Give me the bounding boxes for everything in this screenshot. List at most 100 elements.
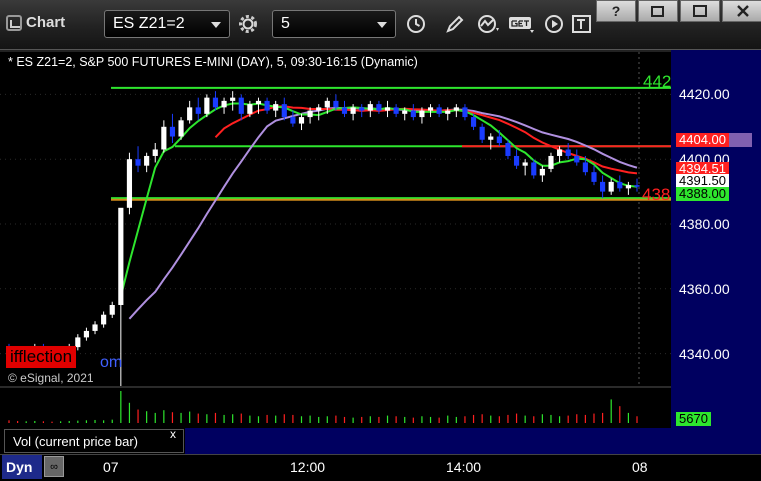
time-tick-label: 14:00 <box>446 459 482 475</box>
restore-button[interactable] <box>638 0 678 22</box>
candle-body <box>118 207 124 305</box>
price-tick-label: 4340.00 <box>679 345 730 362</box>
candle-body <box>126 159 133 208</box>
volume-study-label[interactable]: Vol (current price bar) <box>4 429 184 453</box>
candle-body <box>307 110 313 118</box>
candle-body <box>462 107 468 118</box>
watermark-link[interactable]: om <box>100 354 122 372</box>
candle-body <box>513 155 520 166</box>
candle-body <box>367 104 373 111</box>
price-label: 4388.00 <box>676 187 729 202</box>
candle-body <box>505 143 511 156</box>
candle-body <box>488 136 494 140</box>
candle-body <box>195 107 201 114</box>
candle-body <box>634 185 640 187</box>
horizontal-levels <box>111 86 671 201</box>
candle-body <box>290 117 296 124</box>
maximize-button[interactable] <box>680 0 720 22</box>
candle-body <box>255 100 262 105</box>
candle-body <box>445 110 451 114</box>
text-tool-icon <box>572 15 591 33</box>
candle-body <box>556 149 563 156</box>
candle-body <box>479 126 485 140</box>
candle-body <box>316 107 322 111</box>
price-label: 4404.00 <box>676 133 729 148</box>
candle-body <box>470 117 477 127</box>
symbol-input[interactable]: ES Z21=2 <box>104 10 230 38</box>
settings-gear-button[interactable] <box>233 10 263 38</box>
volume-value-label: 5670 <box>676 412 711 426</box>
candle-body <box>359 107 365 111</box>
volume-bars <box>8 391 638 423</box>
candle-body <box>522 162 528 166</box>
chart-app-icon <box>6 14 22 31</box>
candle-body <box>608 181 614 192</box>
candle-body <box>539 168 545 176</box>
candle-body <box>402 110 408 114</box>
candle-body <box>427 107 434 111</box>
vwap-line <box>128 106 638 320</box>
candle-body <box>281 104 287 118</box>
candle-body <box>230 97 236 101</box>
app-title-text: Chart <box>26 14 66 31</box>
close-icon <box>737 5 749 17</box>
candle-body <box>384 107 391 111</box>
candle-body <box>178 120 184 137</box>
candle-body <box>496 136 502 143</box>
time-tick-label: 07 <box>103 459 119 475</box>
play-button[interactable] <box>539 10 569 38</box>
clock-button[interactable] <box>401 10 431 38</box>
get-data-button[interactable] <box>507 10 537 38</box>
interval-value: 5 <box>281 15 290 32</box>
candle-body <box>212 97 219 108</box>
candle-body <box>531 162 537 176</box>
candle-body <box>83 330 90 338</box>
candle-body <box>238 97 244 114</box>
candle-body <box>152 149 158 156</box>
candle-body <box>161 126 167 150</box>
candle-body <box>169 126 176 137</box>
price-chart[interactable] <box>0 50 761 454</box>
help-button[interactable]: ? <box>596 0 636 22</box>
chevron-down-icon[interactable] <box>377 22 387 28</box>
top-green-line-value: 442 <box>643 72 671 91</box>
copyright-text: © eSignal, 2021 <box>8 371 94 385</box>
candle-body <box>436 107 442 114</box>
candle-body <box>617 181 623 189</box>
time-tick-label: 12:00 <box>290 459 326 475</box>
candle-body <box>410 110 416 118</box>
candle-body <box>109 305 115 315</box>
candle-body <box>591 172 597 182</box>
gear-icon <box>239 15 257 33</box>
close-icon[interactable]: x <box>170 427 176 441</box>
price-tick-label: 4420.00 <box>679 86 730 103</box>
play-icon <box>545 15 563 33</box>
candle-body <box>625 185 631 189</box>
link-icon[interactable]: ∞ <box>44 456 64 477</box>
chevron-down-icon[interactable] <box>211 22 221 28</box>
candle-body <box>600 181 606 192</box>
price-tick-label: 4380.00 <box>679 216 730 232</box>
price-axis-panel[interactable] <box>671 50 761 454</box>
text-tool-button[interactable] <box>567 10 597 38</box>
dynamic-button[interactable]: Dyn <box>2 455 42 479</box>
volume-axis-strip <box>185 428 671 454</box>
chart-header: * ES Z21=2, S&P 500 FUTURES E-MINI (DAY)… <box>8 55 418 69</box>
get-data-icon <box>509 17 534 33</box>
candle-body <box>324 100 330 108</box>
candle-body <box>376 104 382 111</box>
candle-body <box>548 155 554 169</box>
candle-body <box>247 104 253 114</box>
candle-body <box>565 149 571 156</box>
candle-body <box>582 162 588 173</box>
time-tick-label: 08 <box>632 459 648 475</box>
red-line-value: 438 <box>642 185 671 204</box>
draw-pencil-button[interactable] <box>440 10 470 38</box>
close-button[interactable] <box>722 0 761 22</box>
studies-button[interactable] <box>474 10 504 38</box>
candle-body <box>135 159 141 166</box>
candle-body <box>273 104 279 111</box>
interval-input[interactable]: 5 <box>272 10 396 38</box>
restore-icon <box>651 6 664 17</box>
candle-body <box>264 100 270 111</box>
